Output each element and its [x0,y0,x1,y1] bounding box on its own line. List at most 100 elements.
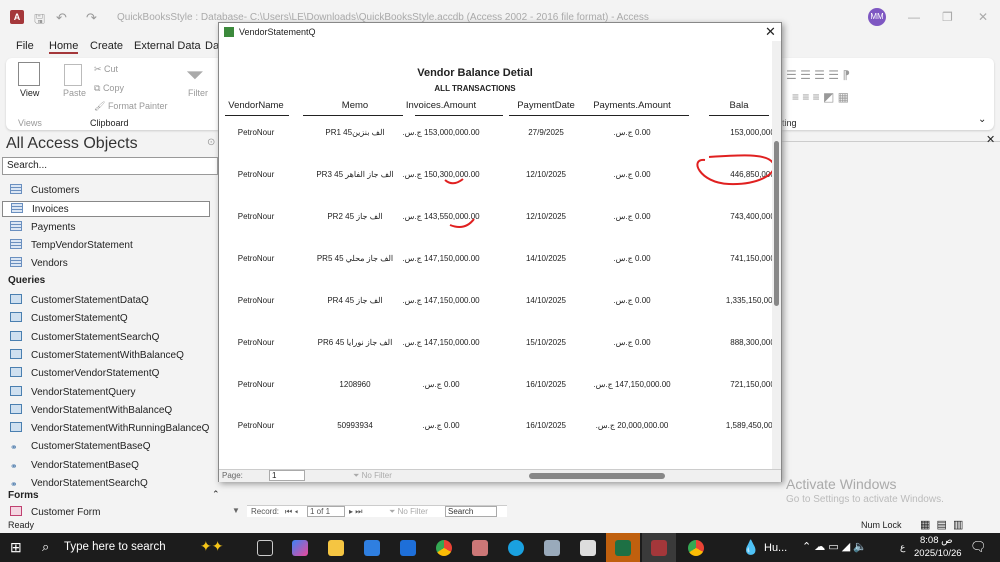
align-icons[interactable]: ≡ ≡ ≡ ◩ ▦ [792,90,849,104]
save-icon[interactable]: 🖫 [34,10,45,32]
nav-item-query[interactable]: VendorStatementQuery [10,385,218,401]
clock-time[interactable]: 8:08 ص [920,535,953,546]
nav-item-query[interactable]: CustomerVendorStatementQ [10,366,218,382]
report-page-navigator: Page: 1 ⏷ No Filter [219,469,781,482]
notifications-icon[interactable]: 🗨 [970,539,987,555]
no-filter-label: No Filter [361,471,392,480]
language-indicator[interactable]: ع [900,542,905,553]
chrome-icon[interactable] [688,540,704,556]
app-icon[interactable] [580,540,596,556]
no-filter-indicator[interactable]: ⏷ No Filter [353,471,392,481]
close-document-icon[interactable]: ✕ [986,133,995,146]
nav-item-union-query[interactable]: ⚭ VendorStatementBaseQ [10,458,218,474]
current-record-input[interactable]: 1 of 1 [307,506,345,517]
app-icon[interactable] [544,540,560,556]
undo-icon[interactable]: ↶ [56,10,67,26]
queries-section-header[interactable]: Queries [8,275,45,286]
format-painter-label: Format Painter [107,101,168,111]
page-number-input[interactable]: 1 [269,470,305,481]
nav-item-label: VendorStatementBaseQ [31,459,139,471]
maximize-button[interactable]: ❐ [942,10,953,24]
outlook-icon[interactable] [400,540,416,556]
tab-create[interactable]: Create [90,40,123,52]
file-explorer-icon[interactable] [328,540,344,556]
weather-text[interactable]: Hu... [764,542,787,554]
query-icon [10,312,22,323]
view-switcher-icons[interactable]: ▦ ▤ ▥ [920,518,963,531]
nav-item-label: CustomerStatementDataQ [31,295,149,306]
taskbar-search-input[interactable]: Type here to search [64,541,166,553]
app-icon[interactable] [472,540,488,556]
copy-label: Copy [102,83,124,93]
excel-taskbar-button[interactable] [606,533,640,562]
union-query-icon: ⚭ [10,479,18,489]
nav-item-query[interactable]: VendorStatementWithRunningBalanceQ [10,421,218,437]
clock-date[interactable]: 2025/10/26 [914,548,962,559]
nav-item-vendors[interactable]: Vendors [10,256,218,272]
nav-item-query[interactable]: VendorStatementWithBalanceQ [10,403,218,419]
windows-start-icon[interactable]: ⊞ [10,539,22,556]
no-filter-indicator[interactable]: ⏷ No Filter [389,507,428,517]
first-record-button[interactable]: ⏮ ◂ [285,507,298,517]
activate-windows-subtitle: Go to Settings to activate Windows. [786,494,944,505]
edge-icon[interactable] [508,540,524,556]
nav-search-input[interactable]: Search... [2,157,218,175]
tab-home[interactable]: Home [49,40,79,54]
nav-item-label: Customers [31,185,80,196]
close-button[interactable]: ✕ [978,10,988,24]
record-search-input[interactable]: Search [445,506,497,517]
filter-icon: ⏷ [186,62,204,87]
filter-button[interactable]: Filter [188,88,208,98]
system-tray-icons[interactable]: ⌃ ☁ ▭ ◢ 🔈 [802,540,867,553]
nav-scroll-down-icon[interactable]: ▼ [232,506,240,515]
tab-database-tools[interactable]: Da [205,40,219,52]
nav-item-label: VendorStatementSearchQ [31,478,148,489]
nav-item-query[interactable]: CustomerStatementSearchQ [10,330,218,346]
chrome-icon[interactable] [436,540,452,556]
nav-item-customers[interactable]: Customers [10,183,218,199]
task-view-icon[interactable] [257,540,273,556]
avatar[interactable]: MM [868,8,886,26]
store-icon[interactable] [364,540,380,556]
report-vertical-scrollbar[interactable] [772,41,781,469]
tab-external-data[interactable]: External Data [134,40,201,52]
nav-item-union-query[interactable]: ⚭ CustomerStatementBaseQ [10,439,218,455]
nav-menu-icon[interactable]: ⊙ [207,137,215,148]
views-group-label: Views [18,118,42,128]
copy-button[interactable]: ⧉ Copy [94,83,124,94]
paste-button[interactable]: Paste [63,88,86,98]
access-logo-icon: A [10,10,24,24]
query-icon [10,348,22,359]
view-icon [18,62,40,86]
forms-section-header[interactable]: Forms [8,490,39,501]
tab-file[interactable]: File [16,40,34,52]
next-record-button[interactable]: ▸ ⏭ [349,507,362,517]
nav-item-payments[interactable]: Payments [10,220,218,236]
minimize-button[interactable]: — [908,10,920,24]
list-format-icons[interactable]: ☰ ☰ ☰ ☰ ⁋ [786,68,850,82]
format-painter-button[interactable]: 🖌 Format Painter [94,101,167,112]
nav-item-query[interactable]: CustomerStatementDataQ [10,293,218,309]
scrollbar-thumb[interactable] [774,141,779,306]
ribbon-collapse-icon[interactable]: ⌄ [978,114,986,125]
report-window: VendorStatementQ ✕ Vendor Balance Detial… [218,22,782,482]
nav-item-union-query[interactable]: ⚭ VendorStatementSearchQ [10,476,218,492]
annotation-circle [696,154,776,186]
copilot-icon[interactable] [292,540,308,556]
status-bar: Ready Num Lock ▦ ▤ ▥ [0,517,1000,533]
nav-item-query[interactable]: CustomerStatementQ [10,311,218,327]
record-label: Record: [251,507,280,516]
view-button[interactable]: View [20,88,39,98]
collapse-forms-icon[interactable]: ⌃ [212,489,220,500]
copilot-sparkle-icon[interactable]: ✦✦ [200,538,223,555]
red-annotations [444,154,776,228]
redo-icon[interactable]: ↷ [86,10,97,26]
form-icon [10,506,22,516]
cut-button[interactable]: ✂ Cut [94,64,118,75]
access-taskbar-button[interactable] [642,533,676,562]
nav-item-query[interactable]: CustomerStatementWithBalanceQ [10,348,218,364]
nav-item-tempvendorstatement[interactable]: TempVendorStatement [10,238,218,254]
annotation-mark [444,178,464,185]
horizontal-scrollbar-thumb[interactable] [529,473,665,479]
nav-item-invoices[interactable]: Invoices [2,201,210,217]
